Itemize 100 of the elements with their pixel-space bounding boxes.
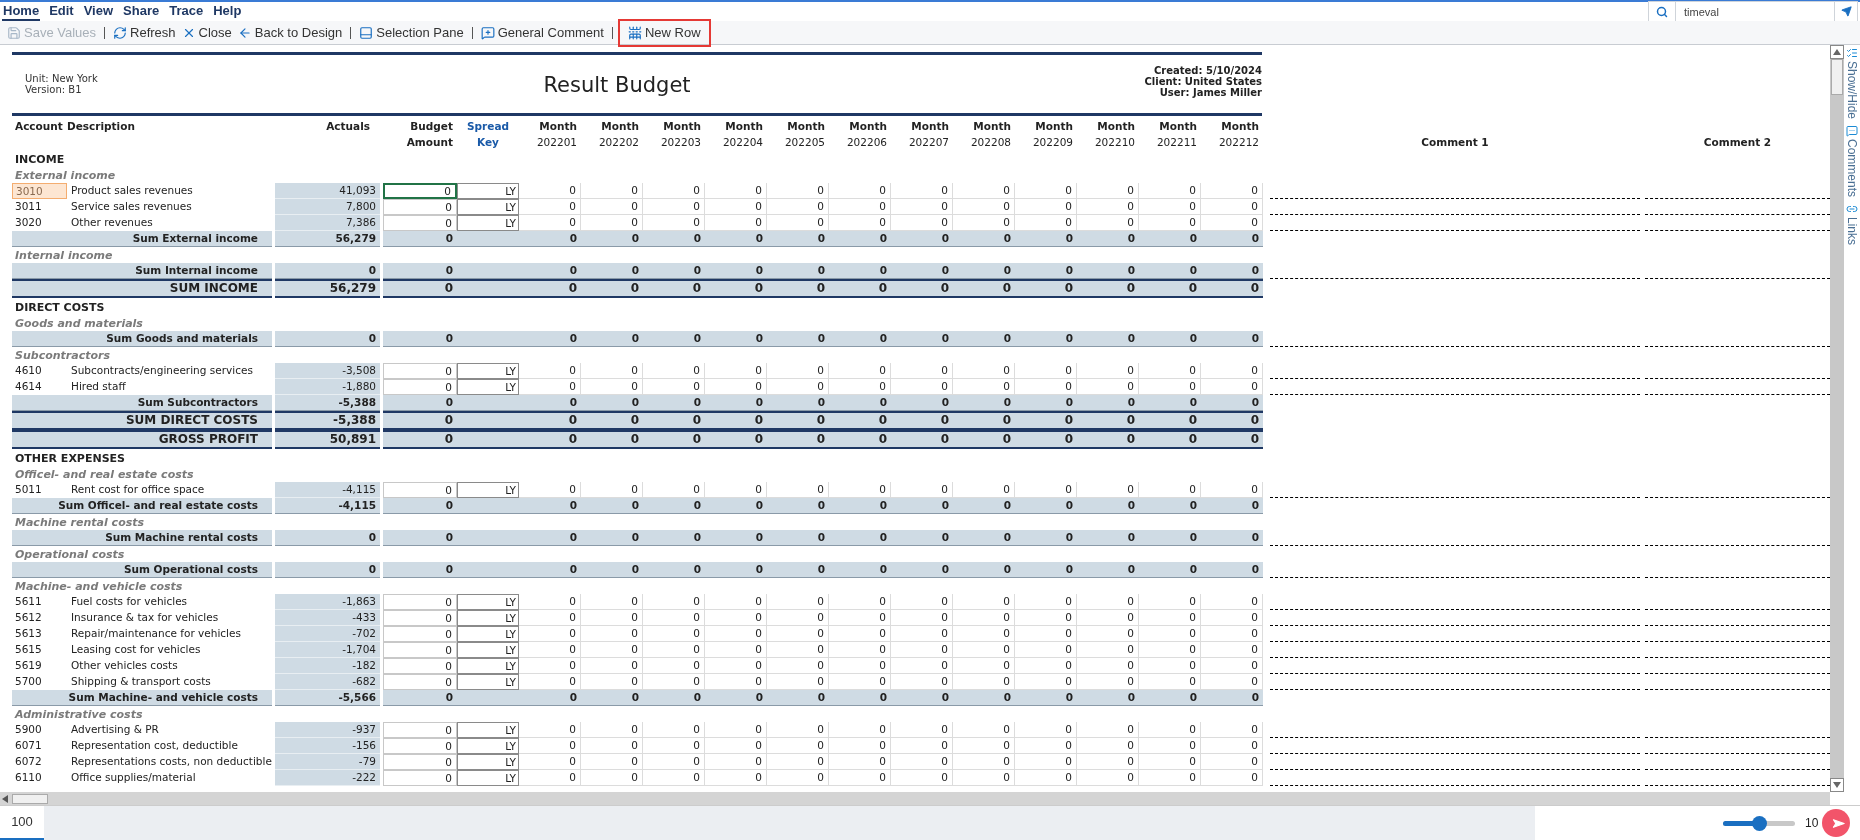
month-input[interactable]: 0 <box>581 199 643 215</box>
month-input[interactable]: 0 <box>1201 738 1263 754</box>
spread-key-input[interactable]: LY <box>457 770 519 786</box>
month-input[interactable]: 0 <box>519 754 581 770</box>
month-input[interactable]: 0 <box>953 722 1015 738</box>
budget-input[interactable]: 0 <box>383 363 457 379</box>
account-cell[interactable]: 5615 <box>12 642 67 658</box>
month-input[interactable]: 0 <box>581 770 643 786</box>
month-input[interactable]: 0 <box>705 738 767 754</box>
month-input[interactable]: 0 <box>643 738 705 754</box>
month-input[interactable]: 0 <box>581 363 643 379</box>
spread-key-input[interactable]: LY <box>457 482 519 498</box>
budget-input[interactable]: 0 <box>383 674 457 690</box>
month-input[interactable]: 0 <box>767 658 829 674</box>
sheet-tab[interactable]: 100 <box>0 806 44 840</box>
month-input[interactable]: 0 <box>829 199 891 215</box>
month-input[interactable]: 0 <box>1015 626 1077 642</box>
month-input[interactable]: 0 <box>829 770 891 786</box>
menu-item[interactable]: View <box>82 2 115 21</box>
month-input[interactable]: 0 <box>767 642 829 658</box>
month-input[interactable]: 0 <box>891 183 953 199</box>
budget-input[interactable]: 0 <box>383 482 457 498</box>
month-input[interactable]: 0 <box>829 183 891 199</box>
month-input[interactable]: 0 <box>581 754 643 770</box>
menu-item[interactable]: Trace <box>168 2 205 21</box>
toolbar-button[interactable]: General Comment <box>477 20 607 45</box>
month-input[interactable]: 0 <box>1201 658 1263 674</box>
month-input[interactable]: 0 <box>829 658 891 674</box>
month-input[interactable]: 0 <box>581 722 643 738</box>
month-input[interactable]: 0 <box>705 183 767 199</box>
month-input[interactable]: 0 <box>1077 738 1139 754</box>
side-tab[interactable]: Links <box>1845 203 1859 246</box>
month-input[interactable]: 0 <box>1139 199 1201 215</box>
vertical-scrollbar[interactable] <box>1830 45 1844 792</box>
month-input[interactable]: 0 <box>643 770 705 786</box>
budget-input[interactable]: 0 <box>383 199 457 215</box>
month-input[interactable]: 0 <box>1201 754 1263 770</box>
account-cell[interactable]: 6072 <box>12 754 67 770</box>
month-input[interactable]: 0 <box>767 610 829 626</box>
month-input[interactable]: 0 <box>767 594 829 610</box>
month-input[interactable]: 0 <box>705 594 767 610</box>
month-input[interactable]: 0 <box>953 642 1015 658</box>
month-input[interactable]: 0 <box>891 642 953 658</box>
month-input[interactable]: 0 <box>953 658 1015 674</box>
month-input[interactable]: 0 <box>519 738 581 754</box>
month-input[interactable]: 0 <box>1139 626 1201 642</box>
menu-item[interactable]: Help <box>212 2 243 21</box>
month-input[interactable]: 0 <box>643 199 705 215</box>
month-input[interactable]: 0 <box>519 722 581 738</box>
toolbar-button[interactable]: New Row <box>617 18 711 47</box>
send-icon[interactable] <box>1840 6 1852 17</box>
month-input[interactable]: 0 <box>1077 770 1139 786</box>
slider-thumb[interactable] <box>1752 815 1767 831</box>
month-input[interactable]: 0 <box>1201 626 1263 642</box>
month-input[interactable]: 0 <box>643 722 705 738</box>
month-input[interactable]: 0 <box>1201 594 1263 610</box>
scroll-down-icon[interactable] <box>1833 782 1841 788</box>
month-input[interactable]: 0 <box>953 626 1015 642</box>
month-input[interactable]: 0 <box>1201 363 1263 379</box>
month-input[interactable]: 0 <box>953 754 1015 770</box>
account-cell[interactable]: 5612 <box>12 610 67 626</box>
month-input[interactable]: 0 <box>829 626 891 642</box>
month-input[interactable]: 0 <box>581 183 643 199</box>
month-input[interactable]: 0 <box>519 658 581 674</box>
month-input[interactable]: 0 <box>1201 183 1263 199</box>
month-input[interactable]: 0 <box>643 626 705 642</box>
month-input[interactable]: 0 <box>705 658 767 674</box>
month-input[interactable]: 0 <box>829 610 891 626</box>
spread-key-input[interactable]: LY <box>457 379 519 395</box>
spread-key-input[interactable]: LY <box>457 199 519 215</box>
month-input[interactable]: 0 <box>1139 770 1201 786</box>
month-input[interactable]: 0 <box>891 738 953 754</box>
month-input[interactable]: 0 <box>829 722 891 738</box>
budget-input[interactable]: 0 <box>383 738 457 754</box>
month-input[interactable]: 0 <box>1015 183 1077 199</box>
month-input[interactable]: 0 <box>519 626 581 642</box>
month-input[interactable]: 0 <box>891 754 953 770</box>
month-input[interactable]: 0 <box>705 626 767 642</box>
horizontal-scrollbar[interactable] <box>0 792 1830 805</box>
month-input[interactable]: 0 <box>1139 658 1201 674</box>
month-input[interactable]: 0 <box>643 658 705 674</box>
budget-input[interactable]: 0 <box>383 610 457 626</box>
month-input[interactable]: 0 <box>519 199 581 215</box>
month-input[interactable]: 0 <box>1015 754 1077 770</box>
budget-input[interactable]: 0 <box>383 626 457 642</box>
budget-input[interactable]: 0 <box>383 379 457 395</box>
navigation-button[interactable] <box>1822 809 1851 837</box>
month-input[interactable]: 0 <box>767 770 829 786</box>
month-input[interactable]: 0 <box>829 738 891 754</box>
scroll-up-icon[interactable] <box>1833 49 1841 55</box>
toolbar-button[interactable]: Refresh <box>110 20 179 45</box>
month-input[interactable]: 0 <box>1077 722 1139 738</box>
month-input[interactable]: 0 <box>1077 199 1139 215</box>
scrollbar-thumb[interactable] <box>1831 59 1843 95</box>
month-input[interactable]: 0 <box>953 738 1015 754</box>
spread-key-input[interactable]: LY <box>457 610 519 626</box>
scrollbar-thumb[interactable] <box>12 793 48 804</box>
month-input[interactable]: 0 <box>643 363 705 379</box>
month-input[interactable]: 0 <box>643 642 705 658</box>
month-input[interactable]: 0 <box>643 610 705 626</box>
